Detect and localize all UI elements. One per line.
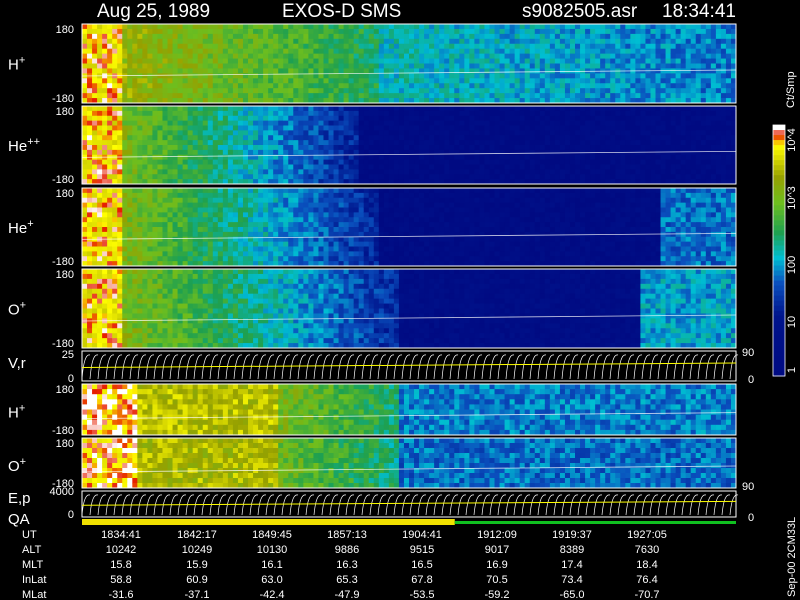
header-instrument: EXOS-D SMS — [282, 1, 401, 22]
ephemeris-cell: 1834:41 — [101, 529, 141, 541]
ep-label: E,p — [8, 490, 31, 507]
ephemeris-cell: 10249 — [182, 544, 213, 556]
ephemeris-cell: 76.4 — [636, 574, 657, 586]
spectrogram-figure: H+180-180He++180-180He+180-180O+180-180V… — [8, 1, 798, 600]
ephemeris-cell: 9515 — [410, 544, 434, 556]
spectrogram-panel-4 — [81, 268, 737, 349]
vr-right-top-tick: 90 — [742, 347, 754, 359]
ephemeris-cell: 73.4 — [561, 574, 582, 586]
header-time: 18:34:41 — [662, 1, 736, 22]
panel-bottom-tick: -180 — [52, 93, 74, 105]
ephemeris-cell: 60.9 — [186, 574, 207, 586]
spectrogram-panels — [81, 23, 739, 525]
ephemeris-table: UT ALT MLT InLat MLat 1834:41 10242 15.8 58.8 -31… — [22, 529, 667, 600]
ephemeris-cell: -42.4 — [259, 589, 284, 600]
header-date: Aug 25, 1989 — [97, 1, 210, 22]
ep-left-bottom-tick: 0 — [68, 509, 74, 521]
footer-label: Sep-00 2CM33L — [786, 517, 798, 597]
panel-label-3: He+ — [8, 218, 34, 237]
ephemeris-cell: -31.6 — [108, 589, 133, 600]
ephemeris-cell: 18.4 — [636, 559, 657, 571]
spectrogram-lower-h — [81, 383, 737, 436]
panel-label-2: He++ — [8, 136, 40, 155]
panel-bottom-tick: -180 — [52, 174, 74, 186]
ephemeris-row-label: InLat — [22, 574, 46, 586]
ephemeris-cell: 58.8 — [110, 574, 131, 586]
lower-bottom-tick: -180 — [52, 425, 74, 437]
ephemeris-cell: 16.3 — [336, 559, 357, 571]
ephemeris-cell: 16.1 — [261, 559, 282, 571]
ephemeris-cell: 16.9 — [486, 559, 507, 571]
lower-panel-label-2: O+ — [8, 456, 26, 475]
ephemeris-cell: 67.8 — [411, 574, 432, 586]
colorbar-tick: 100 — [786, 256, 798, 274]
ephemeris-row-label: MLT — [22, 559, 43, 571]
ephemeris-row-label: ALT — [22, 544, 42, 556]
qa-bar-green — [454, 521, 736, 524]
qa-label: QA — [8, 511, 30, 528]
ephemeris-cell: 1857:13 — [327, 529, 367, 541]
colorbar-tick: 10 — [786, 316, 798, 328]
ephemeris-cell: 8389 — [560, 544, 584, 556]
ephemeris-cell: 9886 — [335, 544, 359, 556]
ephemeris-cell: 9017 — [485, 544, 509, 556]
header-file: s9082505.asr — [522, 1, 638, 22]
ephemeris-cell: 1849:45 — [252, 529, 292, 541]
ephemeris-cell: -37.1 — [184, 589, 209, 600]
ep-right-bottom-tick: 0 — [748, 512, 754, 524]
panel-bottom-tick: -180 — [52, 256, 74, 268]
vr-panel — [81, 350, 739, 382]
spectrogram-panel-3 — [81, 187, 737, 267]
lower-top-tick: 180 — [56, 384, 74, 396]
colorbar-tick: 1 — [786, 367, 798, 373]
ephemeris-cell: 7630 — [635, 544, 659, 556]
qa-bar-yellow — [82, 519, 455, 525]
panel-label-4: O+ — [8, 300, 26, 319]
ephemeris-cell: 70.5 — [486, 574, 507, 586]
ephemeris-row-label: UT — [22, 529, 37, 541]
ephemeris-cell: -65.0 — [559, 589, 584, 600]
ephemeris-cell: 1904:41 — [402, 529, 442, 541]
spectrogram-panel-2 — [81, 105, 737, 185]
lower-top-tick: 180 — [56, 438, 74, 450]
lower-panel-label-1: H+ — [8, 403, 25, 422]
vr-right-bottom-tick: 0 — [748, 374, 754, 386]
vr-label: V,r — [8, 355, 26, 372]
ephemeris-cell: 1919:37 — [552, 529, 592, 541]
colorbar-title: Ct/Smp — [785, 71, 797, 108]
ephemeris-cell: 10130 — [257, 544, 288, 556]
vr-left-top-tick: 25 — [62, 349, 74, 361]
ephemeris-cell: 17.4 — [561, 559, 582, 571]
panel-top-tick: 180 — [56, 188, 74, 200]
spectrogram-panel-1 — [81, 23, 737, 104]
ephemeris-cell: -53.5 — [409, 589, 434, 600]
ephemeris-cell: -70.7 — [634, 589, 659, 600]
ep-left-top-tick: 4000 — [50, 486, 74, 498]
ephemeris-cell: 1842:17 — [177, 529, 217, 541]
panel-top-tick: 180 — [56, 106, 74, 118]
ephemeris-cell: -47.9 — [334, 589, 359, 600]
ephemeris-cell: 15.9 — [186, 559, 207, 571]
ephemeris-cell: 1927:05 — [627, 529, 667, 541]
colorbar: Ct/Smp 10^4 10^3 100 10 1 — [772, 71, 798, 377]
ephemeris-row-label: MLat — [22, 589, 46, 600]
ephemeris-cell: 65.3 — [336, 574, 357, 586]
ephemeris-cell: -59.2 — [484, 589, 509, 600]
ephemeris-cell: 16.5 — [411, 559, 432, 571]
ephemeris-cell: 1912:09 — [477, 529, 517, 541]
panel-top-tick: 180 — [56, 24, 74, 36]
ep-right-top-tick: 90 — [742, 481, 754, 493]
colorbar-tick: 10^4 — [786, 128, 798, 152]
colorbar-tick: 10^3 — [786, 186, 798, 210]
ep-panel — [81, 490, 739, 518]
ephemeris-cell: 15.8 — [110, 559, 131, 571]
ephemeris-cell: 63.0 — [261, 574, 282, 586]
panel-label-1: H+ — [8, 55, 25, 74]
panel-top-tick: 180 — [56, 269, 74, 281]
ephemeris-cell: 10242 — [106, 544, 137, 556]
spectrogram-lower-o — [81, 437, 737, 489]
